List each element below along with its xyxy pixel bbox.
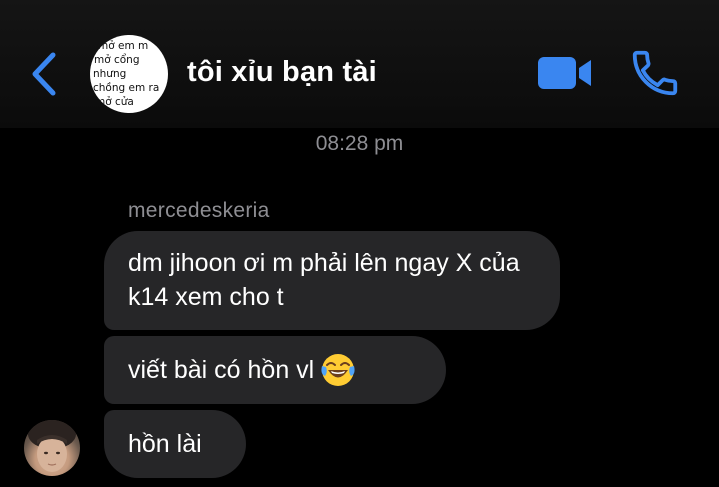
message-text: viết bài có hồn vl bbox=[128, 356, 315, 384]
video-call-button[interactable] bbox=[536, 53, 594, 93]
phone-icon bbox=[632, 50, 678, 96]
chat-header: mở em m mở cổng nhưng chồng em ra mở cửa… bbox=[0, 0, 719, 128]
message-timestamp: 08:28 pm bbox=[315, 132, 404, 155]
video-camera-icon bbox=[538, 57, 591, 89]
message-text: hồn lài bbox=[128, 430, 202, 458]
message-text: dm jihoon ơi m phải lên ngay X của k14 x… bbox=[128, 249, 520, 311]
message-bubble[interactable]: hồn lài bbox=[104, 410, 246, 478]
chat-title[interactable]: tôi xỉu bạn tài bbox=[187, 56, 377, 89]
group-avatar-text: nhưng bbox=[93, 68, 127, 80]
group-avatar-text: mở cửa bbox=[95, 96, 134, 108]
avatar-photo bbox=[28, 420, 76, 472]
group-avatar-text: chồng em ra bbox=[93, 82, 160, 94]
sender-avatar[interactable] bbox=[24, 420, 80, 476]
back-button[interactable] bbox=[22, 46, 66, 102]
group-avatar-text: mở cổng bbox=[94, 54, 140, 66]
message-bubble[interactable]: viết bài có hồn vl bbox=[104, 336, 446, 404]
chat-screen: mở em m mở cổng nhưng chồng em ra mở cửa… bbox=[0, 0, 719, 487]
group-avatar-text: mở em m bbox=[98, 40, 149, 52]
voice-call-button[interactable] bbox=[628, 46, 682, 100]
face-with-tears-of-joy-icon bbox=[321, 354, 355, 386]
chevron-left-icon bbox=[32, 52, 56, 96]
group-avatar[interactable]: mở em m mở cổng nhưng chồng em ra mở cửa bbox=[90, 35, 168, 113]
message-bubble[interactable]: dm jihoon ơi m phải lên ngay X của k14 x… bbox=[104, 231, 560, 330]
sender-name: mercedeskeria bbox=[128, 199, 270, 222]
